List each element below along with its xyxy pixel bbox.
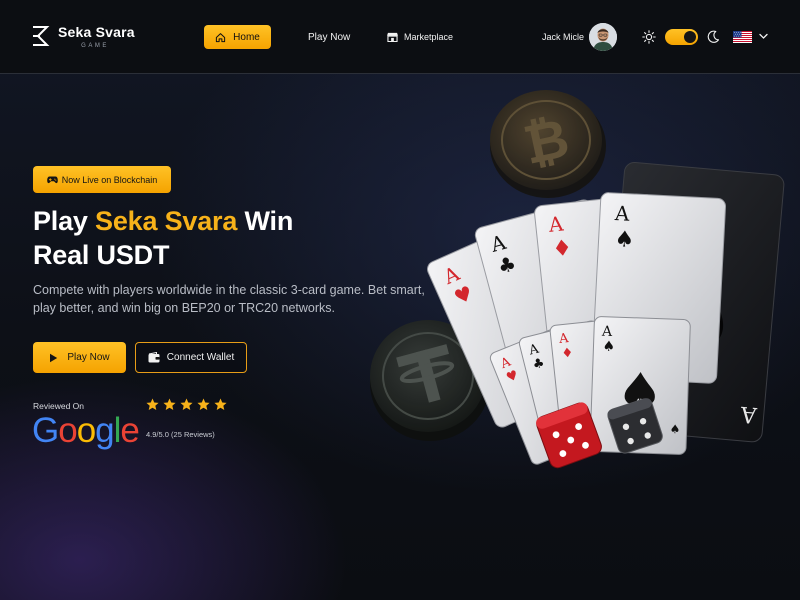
avatar[interactable] xyxy=(589,23,617,51)
play-now-label: Play Now xyxy=(67,352,110,363)
headline-suffix: Win xyxy=(237,206,294,236)
google-logo: Google xyxy=(32,410,140,452)
headline-line2: Real USDT xyxy=(33,240,170,270)
rating-text: 4.9/5.0 (25 Reviews) xyxy=(146,430,215,439)
svg-text:A: A xyxy=(547,211,565,237)
star-icon xyxy=(197,398,210,411)
nav-play-now-label: Play Now xyxy=(308,31,351,43)
brand-name: Seka Svara xyxy=(58,24,135,40)
gamepad-icon xyxy=(46,176,58,183)
svg-text:A: A xyxy=(601,324,614,340)
nav-marketplace-link[interactable]: Marketplace xyxy=(387,25,453,49)
play-icon xyxy=(50,353,58,362)
google-logo-letter: G xyxy=(32,411,59,450)
moon-icon[interactable] xyxy=(706,30,720,44)
sun-icon[interactable] xyxy=(642,30,656,44)
google-logo-letter: g xyxy=(95,411,114,450)
google-logo-letter: e xyxy=(120,411,139,450)
google-logo-letter: o xyxy=(58,411,77,450)
brand-tagline: GAME xyxy=(81,43,109,49)
star-icon xyxy=(163,398,176,411)
svg-text:♦: ♦ xyxy=(551,236,573,263)
nav-home-label: Home xyxy=(233,31,260,43)
us-flag-icon[interactable] xyxy=(733,31,752,43)
svg-text:A: A xyxy=(739,401,759,427)
google-logo-letter: o xyxy=(76,411,96,450)
nav-home-button[interactable]: Home xyxy=(204,25,271,49)
headline-prefix: Play xyxy=(33,206,96,236)
wallet-icon xyxy=(148,352,160,363)
svg-text:♠: ♠ xyxy=(614,227,635,253)
nav-marketplace-label: Marketplace xyxy=(404,32,454,42)
bitcoin-coin-icon: ₿ xyxy=(490,90,606,198)
svg-text:♦: ♦ xyxy=(561,346,574,362)
star-icon xyxy=(146,398,159,411)
star-icon xyxy=(214,398,227,411)
star-rating xyxy=(146,398,227,411)
play-now-button[interactable]: Play Now xyxy=(33,342,126,373)
brand-mark-icon xyxy=(33,26,50,46)
live-badge-label: Now Live on Blockchain xyxy=(61,174,158,185)
headline-accent: Seka Svara xyxy=(95,206,238,236)
theme-toggle-knob xyxy=(684,31,696,43)
svg-text:A: A xyxy=(613,201,630,226)
top-navigation-bar: Seka Svara GAME Home Play Now Marketplac… xyxy=(0,0,800,74)
nav-play-now-link[interactable]: Play Now xyxy=(308,25,350,49)
playing-cards: A A ♥ A ♣ A ♦ A ♠ A ♥ A ♣ A ♦ A ♠ ♠ ♠ xyxy=(427,162,785,465)
svg-text:♠: ♠ xyxy=(602,339,615,355)
brand-logo[interactable]: Seka Svara GAME xyxy=(32,24,142,54)
home-icon xyxy=(216,32,226,42)
chevron-down-icon[interactable] xyxy=(759,33,768,40)
user-name[interactable]: Jack Micle xyxy=(542,32,584,42)
svg-text:♠: ♠ xyxy=(669,422,680,436)
theme-toggle[interactable] xyxy=(665,29,698,45)
casino-illustration: ₿ A A ♥ A ♣ A ♦ A ♠ A ♥ A ♣ A ♦ A ♠ ♠ ♠ xyxy=(370,90,785,469)
hero-headline: Play Seka Svara Win Real USDT xyxy=(33,204,413,272)
store-icon xyxy=(387,32,398,42)
user-avatar-image xyxy=(589,23,617,51)
star-icon xyxy=(180,398,193,411)
connect-wallet-label: Connect Wallet xyxy=(166,352,235,363)
live-badge: Now Live on Blockchain xyxy=(33,166,171,193)
connect-wallet-button[interactable]: Connect Wallet xyxy=(135,342,247,373)
